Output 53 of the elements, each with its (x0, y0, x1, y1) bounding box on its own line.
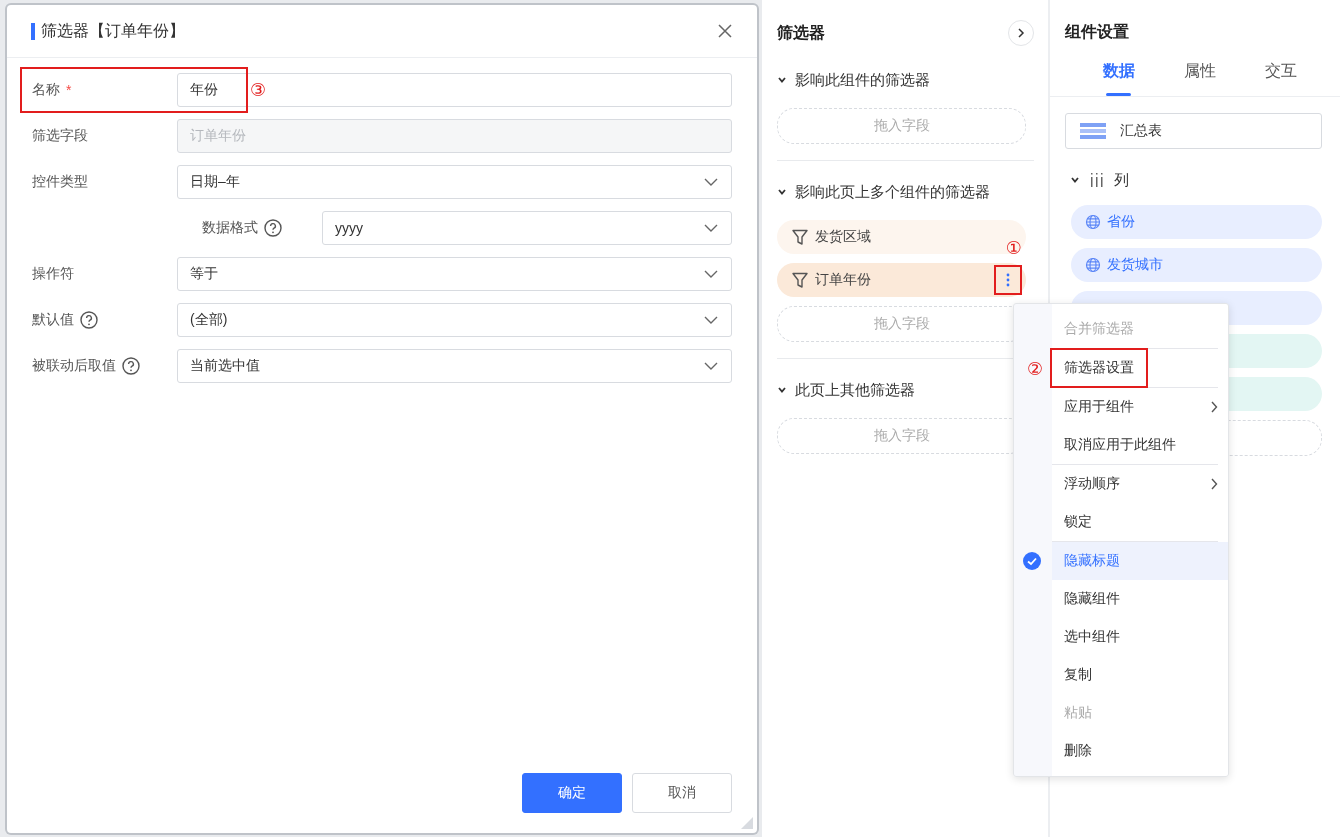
tab[interactable]: 交互 (1240, 54, 1321, 96)
group-label: 列 (1114, 170, 1129, 190)
field-chip[interactable]: 省份 (1071, 205, 1322, 239)
field-label: 数据格式 (202, 219, 258, 237)
menu-item[interactable]: 复制 (1052, 656, 1228, 694)
menu-item[interactable]: 浮动顺序 (1052, 465, 1228, 503)
tab[interactable]: 数据 (1078, 54, 1159, 96)
dropdown[interactable]: 等于 (177, 257, 732, 291)
section-title[interactable]: 影响此组件的筛选器 (795, 70, 930, 90)
columns-icon (1090, 172, 1104, 188)
required-mark: * (66, 82, 72, 98)
dropdown[interactable]: (全部) (177, 303, 732, 337)
chevron-right-icon (1016, 27, 1026, 39)
filter-icon (791, 271, 809, 289)
panel-title: 组件设置 (1064, 22, 1130, 42)
step-number: ② (1027, 360, 1044, 378)
section-title[interactable]: 影响此页上多个组件的筛选器 (795, 182, 990, 202)
menu-item[interactable]: 隐藏组件 (1052, 580, 1228, 618)
field-label: 被联动后取值 (32, 357, 116, 375)
resize-grip-icon (741, 817, 753, 829)
step-number: ① (1005, 239, 1022, 257)
filter-icon (791, 228, 809, 246)
field-chip[interactable]: 发货城市 (1071, 248, 1322, 282)
dialog-title: 筛选器【订单年份】 (41, 20, 186, 41)
more-button[interactable] (994, 265, 1022, 295)
globe-icon (1085, 214, 1101, 230)
tab[interactable]: 属性 (1159, 54, 1240, 96)
menu-item[interactable]: 删除 (1052, 732, 1228, 770)
field-label: 控件类型 (32, 173, 88, 191)
table-icon (1080, 123, 1106, 139)
menu-item[interactable]: 应用于组件 (1052, 388, 1228, 426)
field-label: 默认值 (32, 311, 74, 329)
menu-item[interactable]: 锁定 (1052, 503, 1228, 541)
confirm-button[interactable]: 确定 (522, 773, 622, 813)
field-label: 名称 (32, 81, 60, 99)
collapse-button[interactable] (1008, 20, 1034, 46)
dropdown[interactable]: yyyy (322, 211, 732, 245)
menu-item[interactable]: 取消应用于此组件 (1052, 426, 1228, 464)
dropdown[interactable]: 当前选中值 (177, 349, 732, 383)
panel-title: 筛选器 (777, 22, 825, 43)
chart-type-selector[interactable]: 汇总表 (1065, 113, 1322, 149)
step-number: ③ (250, 81, 267, 99)
cancel-button[interactable]: 取消 (632, 773, 732, 813)
filter-chip[interactable]: 订单年份 (777, 263, 1026, 297)
dropdown[interactable]: 日期–年 (177, 165, 732, 199)
menu-item[interactable]: 选中组件 (1052, 618, 1228, 656)
field-label: 筛选字段 (32, 127, 88, 145)
globe-icon (1085, 257, 1101, 273)
section-title[interactable]: 此页上其他筛选器 (795, 380, 915, 400)
check-icon (1023, 552, 1041, 570)
field-label: 操作符 (32, 265, 74, 283)
title-accent-bar (31, 22, 35, 40)
more-icon (1006, 272, 1010, 288)
